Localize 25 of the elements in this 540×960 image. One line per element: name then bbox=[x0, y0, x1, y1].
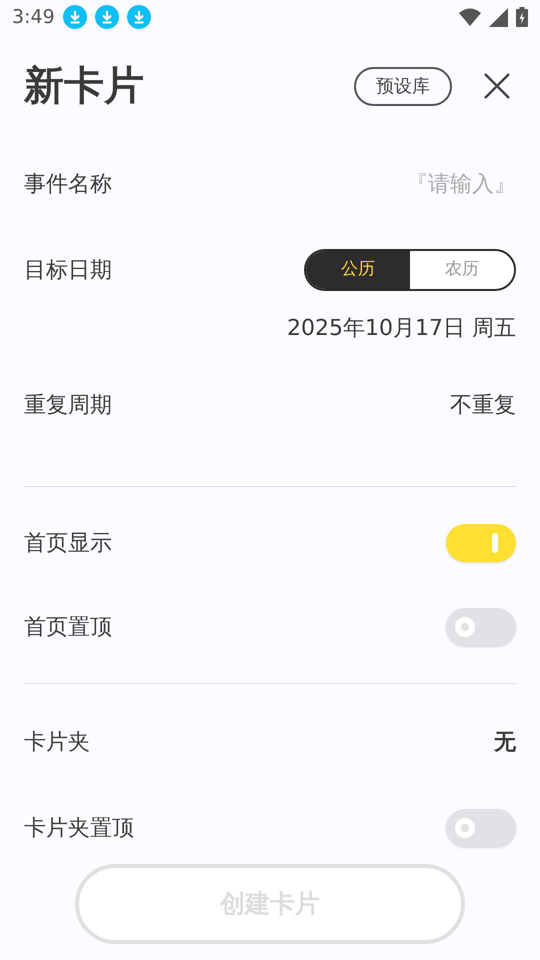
name-input-field[interactable]: 『请输入』 bbox=[316, 168, 516, 200]
field-label: 卡片夹置顶 bbox=[24, 814, 134, 842]
field-label: 目标日期 bbox=[24, 256, 112, 284]
signal-icon bbox=[489, 8, 508, 26]
field-label: 卡片夹 bbox=[24, 728, 90, 756]
preset-library-button[interactable]: 预设库 bbox=[354, 66, 452, 106]
download-icon bbox=[94, 5, 119, 29]
field-label: 事件名称 bbox=[24, 170, 112, 198]
toggle-switch[interactable] bbox=[446, 608, 516, 646]
toggle-switch[interactable] bbox=[446, 524, 516, 562]
date-value[interactable]: 2025年10月17日 周五 bbox=[287, 312, 516, 344]
field-label: 重复周期 bbox=[24, 392, 112, 420]
select-value[interactable]: 无 bbox=[494, 726, 516, 758]
field-label: 首页置顶 bbox=[24, 614, 112, 642]
wifi-icon bbox=[459, 8, 481, 26]
battery-icon bbox=[516, 7, 528, 27]
calendar-tab[interactable]: 公历 bbox=[306, 251, 410, 289]
field-label: 首页显示 bbox=[24, 530, 112, 558]
close-icon bbox=[484, 73, 510, 99]
page-title: 新卡片 bbox=[24, 62, 144, 110]
download-icon bbox=[62, 5, 87, 29]
status-time: 3:49 bbox=[12, 4, 55, 30]
toggle-switch[interactable] bbox=[446, 809, 516, 847]
download-icon bbox=[126, 5, 151, 29]
select-value[interactable]: 不重复 bbox=[450, 388, 516, 422]
